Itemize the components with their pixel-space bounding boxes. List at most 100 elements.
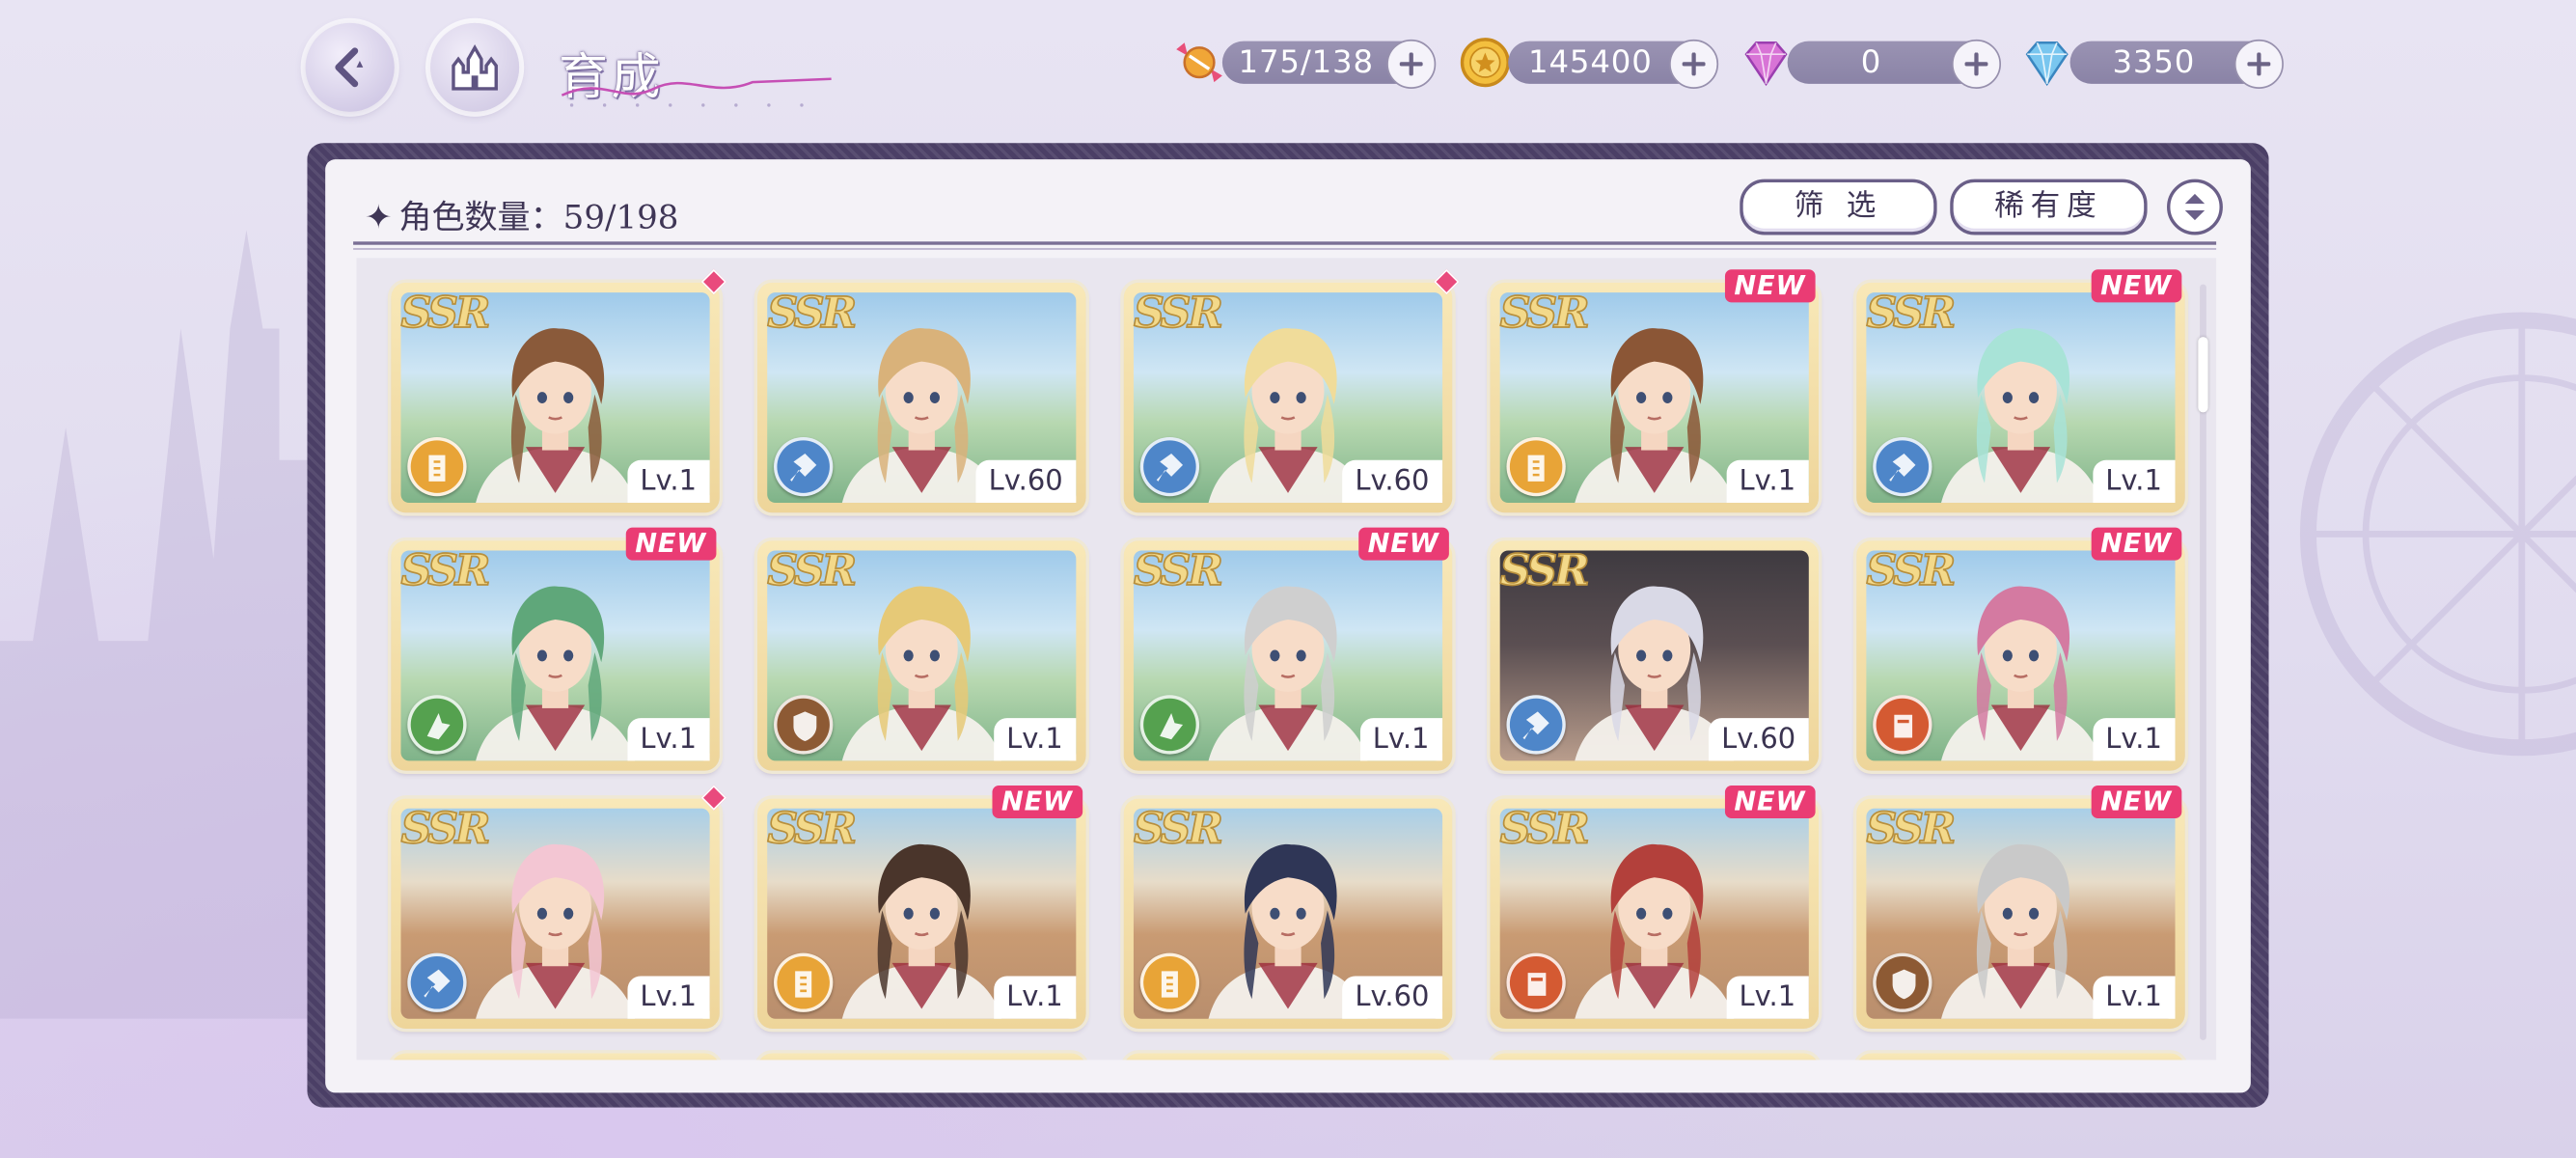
character-card[interactable]: SSR Lv.1 NEW: [1490, 785, 1820, 1029]
class-symbol-icon: [1161, 971, 1178, 998]
diamond-counter: 3350: [2069, 39, 2284, 89]
class-icon: [1873, 952, 1932, 1012]
class-symbol-icon: [1892, 969, 1916, 1000]
character-card-partial[interactable]: [756, 1053, 1086, 1061]
new-badge: NEW: [1724, 785, 1816, 818]
level-label: Lv.1: [1725, 459, 1809, 504]
new-badge: NEW: [2090, 527, 2182, 561]
character-figure: [1575, 843, 1735, 1019]
sort-order-toggle[interactable]: [2167, 179, 2223, 235]
character-card-partial[interactable]: [1490, 1053, 1820, 1061]
character-card[interactable]: SSR Lv.60: [1490, 540, 1820, 771]
sort-rarity-button[interactable]: 稀有度: [1950, 179, 2148, 235]
level-label: Lv.1: [1725, 976, 1809, 1019]
plus-icon: [1399, 52, 1423, 76]
level-label: Lv.1: [993, 976, 1077, 1019]
character-card[interactable]: SSR Lv.1: [391, 785, 727, 1029]
new-badge: NEW: [2090, 785, 2182, 818]
character-card[interactable]: SSR Lv.60: [756, 282, 1086, 513]
diamond-value: 3350: [2112, 43, 2196, 81]
class-icon: [1506, 952, 1566, 1012]
character-card-partial[interactable]: [1856, 1053, 2185, 1061]
castle-home-icon: [452, 43, 498, 91]
level-label: Lv.60: [1708, 718, 1809, 761]
character-card[interactable]: SSR Lv.1 NEW: [1856, 785, 2185, 1029]
class-symbol-icon: [1522, 711, 1549, 740]
filter-button[interactable]: 筛 选: [1740, 179, 1937, 235]
character-card[interactable]: SSR Lv.1: [391, 268, 727, 513]
level-label: Lv.60: [1341, 459, 1443, 504]
new-badge: NEW: [1724, 269, 1816, 303]
rarity-badge: SSR: [400, 546, 492, 597]
character-card[interactable]: SSR Lv.1 NEW: [1856, 527, 2185, 771]
rarity-badge: SSR: [1866, 289, 1958, 340]
gold-value: 145400: [1528, 43, 1653, 81]
candy-icon: [1176, 42, 1222, 83]
character-card[interactable]: SSR Lv.60: [1123, 268, 1460, 513]
character-figure: [1941, 843, 2100, 1019]
plus-icon: [2247, 52, 2271, 76]
level-label: Lv.1: [626, 459, 710, 504]
pink-gem-add-button[interactable]: [1951, 39, 2002, 89]
character-figure: [1208, 586, 1368, 761]
back-button[interactable]: [305, 22, 395, 112]
home-button[interactable]: [430, 22, 520, 112]
rarity-badge: SSR: [1866, 546, 1958, 597]
character-card[interactable]: SSR Lv.60: [1123, 798, 1453, 1029]
character-card[interactable]: SSR Lv.1 NEW: [1856, 269, 2185, 513]
character-card[interactable]: SSR Lv.1 NEW: [1490, 269, 1820, 513]
character-card[interactable]: SSR Lv.1 NEW: [391, 527, 720, 771]
class-icon: [774, 952, 834, 1012]
character-count-label: 角色数量：59/198: [398, 197, 679, 237]
class-icon: [1139, 436, 1200, 497]
character-card-partial[interactable]: [1123, 1053, 1453, 1061]
new-badge: NEW: [624, 527, 717, 561]
character-grid: SSR Lv.1 SSR Lv.60 SSR Lv.60 SSR Lv.1 NEW SSR Lv.1…: [356, 258, 2217, 1061]
gold-counter: 145400: [1508, 39, 1719, 89]
diamond-add-button[interactable]: [2233, 39, 2284, 89]
character-figure: [476, 843, 635, 1019]
header-divider: [353, 241, 2217, 245]
back-arrow-icon: [335, 47, 364, 88]
sort-arrows-icon: [2184, 193, 2206, 221]
character-figure: [476, 328, 635, 504]
new-badge: NEW: [1357, 527, 1449, 561]
class-symbol-icon: [793, 711, 817, 741]
castle-silhouette: [0, 230, 313, 1019]
new-badge: NEW: [991, 785, 1083, 818]
blue-diamond-icon: [2025, 41, 2069, 87]
rarity-badge: SSR: [1133, 289, 1224, 340]
rarity-badge: SSR: [1866, 805, 1958, 856]
character-card[interactable]: SSR Lv.1 NEW: [756, 785, 1086, 1029]
class-icon: [1139, 952, 1200, 1012]
rarity-badge: SSR: [1133, 805, 1224, 856]
class-symbol-icon: [1160, 713, 1184, 740]
pink-gem-value: 0: [1860, 43, 1882, 81]
title-swirl-decoration: [561, 77, 832, 107]
character-figure: [1941, 328, 2100, 504]
character-card[interactable]: SSR Lv.1 NEW: [1123, 527, 1453, 771]
class-symbol-icon: [1156, 453, 1184, 482]
character-figure: [841, 843, 1001, 1019]
rarity-badge: SSR: [1499, 289, 1591, 340]
level-label: Lv.60: [975, 459, 1077, 504]
header-divider-sub: [353, 248, 2217, 250]
level-label: Lv.1: [2092, 718, 2176, 761]
ferris-wheel-silhouette: [2300, 312, 2576, 757]
class-symbol-icon: [1527, 455, 1545, 482]
gold-coin-icon: [1460, 38, 1510, 88]
scrollbar-thumb[interactable]: [2198, 337, 2208, 413]
candy-add-button[interactable]: [1386, 39, 1437, 89]
rarity-badge: SSR: [400, 805, 492, 856]
rarity-badge: SSR: [766, 805, 858, 856]
class-icon: [407, 436, 467, 497]
class-icon: [407, 695, 467, 755]
gold-add-button[interactable]: [1669, 39, 1719, 89]
pink-diamond-marker-icon: [700, 268, 727, 295]
character-card[interactable]: SSR Lv.1: [756, 540, 1086, 771]
class-icon: [1139, 695, 1200, 755]
level-label: Lv.1: [626, 718, 710, 761]
character-card-partial[interactable]: [391, 1053, 720, 1061]
character-figure: [1575, 328, 1735, 504]
screen: 育成 175/138 145400 0 3350 ✦ 角色数量：59/198 筛…: [0, 0, 2576, 1158]
